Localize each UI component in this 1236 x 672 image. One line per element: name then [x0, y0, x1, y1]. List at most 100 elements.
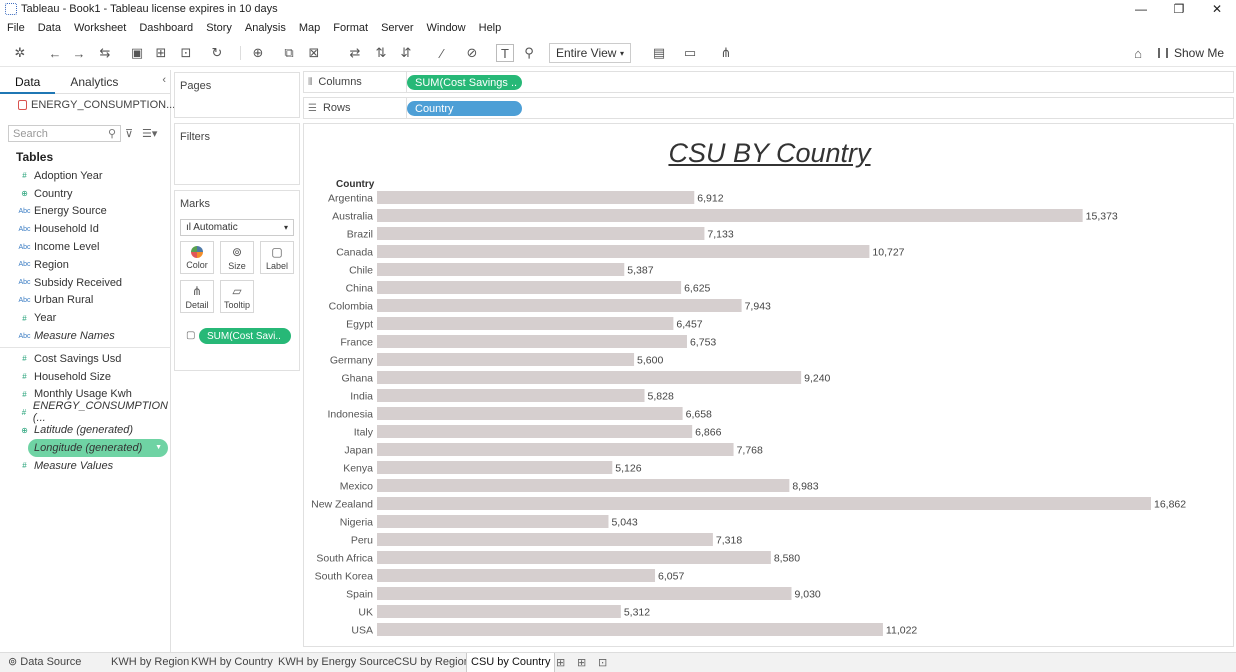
- menu-map[interactable]: Map: [299, 22, 320, 34]
- category-label[interactable]: Indonesia: [327, 409, 373, 421]
- bar[interactable]: [377, 191, 695, 204]
- redo-icon[interactable]: →: [70, 44, 88, 62]
- category-label[interactable]: South Korea: [315, 571, 374, 583]
- highlight-icon[interactable]: ∕: [433, 44, 451, 62]
- rows-pill[interactable]: Country: [407, 101, 522, 116]
- data-source-tab[interactable]: ⊚ Data Source: [4, 653, 85, 672]
- field-item[interactable]: # Year: [0, 309, 171, 327]
- new-story-icon[interactable]: ⊡: [598, 656, 607, 669]
- category-label[interactable]: Ghana: [341, 373, 373, 385]
- bar[interactable]: [377, 335, 687, 348]
- menu-analysis[interactable]: Analysis: [245, 22, 286, 34]
- bar[interactable]: [377, 623, 883, 636]
- menu-story[interactable]: Story: [206, 22, 232, 34]
- field-item[interactable]: # Household Size: [0, 368, 171, 386]
- menu-server[interactable]: Server: [381, 22, 413, 34]
- bar[interactable]: [377, 443, 734, 456]
- show-labels-icon[interactable]: T: [496, 44, 514, 62]
- category-label[interactable]: Nigeria: [340, 517, 373, 529]
- category-label[interactable]: Kenya: [343, 463, 373, 475]
- category-label[interactable]: Colombia: [329, 301, 374, 313]
- menu-data[interactable]: Data: [38, 22, 61, 34]
- category-label[interactable]: USA: [351, 625, 373, 637]
- mark-type-select[interactable]: ıl Automatic ▾: [180, 219, 294, 236]
- field-item[interactable]: Abc Measure Names: [0, 327, 171, 345]
- close-button[interactable]: ✕: [1198, 0, 1236, 18]
- field-item[interactable]: # Measure Values: [0, 457, 171, 475]
- category-label[interactable]: China: [346, 283, 374, 295]
- category-label[interactable]: Japan: [344, 445, 373, 457]
- bar[interactable]: [377, 371, 802, 384]
- field-item-selected[interactable]: ⊕Longitude (generated)▼: [28, 438, 168, 457]
- search-input[interactable]: Search ⚲: [8, 125, 121, 142]
- category-label[interactable]: New Zealand: [311, 499, 373, 511]
- tooltip-button[interactable]: ▱ Tooltip: [220, 280, 254, 313]
- bar[interactable]: [377, 317, 674, 330]
- field-item[interactable]: Abc Energy Source: [0, 203, 171, 221]
- bar[interactable]: [377, 587, 792, 600]
- show-me-button[interactable]: Show Me: [1158, 44, 1224, 62]
- fit-view-select[interactable]: Entire View ▾: [549, 43, 631, 63]
- field-item[interactable]: Abc Household Id: [0, 220, 171, 238]
- new-dashboard-icon[interactable]: ⊞: [577, 656, 586, 669]
- bar[interactable]: [377, 461, 613, 474]
- category-label[interactable]: UK: [358, 607, 373, 619]
- bar[interactable]: [377, 227, 705, 240]
- view-list-icon[interactable]: ☰▾: [142, 127, 157, 140]
- sort-descending-icon[interactable]: ⇵: [397, 44, 415, 62]
- columns-pill[interactable]: SUM(Cost Savings ..: [407, 75, 522, 90]
- category-label[interactable]: Argentina: [328, 193, 373, 205]
- bar[interactable]: [377, 209, 1083, 222]
- color-button[interactable]: Color: [180, 241, 214, 274]
- bar[interactable]: [377, 425, 693, 438]
- bar[interactable]: [377, 245, 870, 258]
- sheet-tab-active[interactable]: CSU by Country: [466, 653, 556, 672]
- cards-toggle-icon[interactable]: ▤: [650, 44, 668, 62]
- category-label[interactable]: Germany: [330, 355, 374, 367]
- save-icon[interactable]: ▣: [128, 44, 146, 62]
- filter-fields-icon[interactable]: ⊽: [125, 127, 133, 140]
- menu-help[interactable]: Help: [479, 22, 502, 34]
- refresh-icon[interactable]: ↻: [208, 44, 226, 62]
- bar[interactable]: [377, 389, 645, 402]
- bar[interactable]: [377, 605, 621, 618]
- field-item[interactable]: # Cost Savings Usd: [0, 350, 171, 368]
- size-button[interactable]: ⊚ Size: [220, 241, 254, 274]
- label-button[interactable]: ▢ Label: [260, 241, 294, 274]
- menu-dashboard[interactable]: Dashboard: [139, 22, 193, 34]
- field-item[interactable]: Abc Subsidy Received: [0, 274, 171, 292]
- menu-window[interactable]: Window: [427, 22, 466, 34]
- category-label[interactable]: South Africa: [316, 553, 373, 565]
- category-label[interactable]: France: [340, 337, 373, 349]
- tab-data[interactable]: Data: [0, 70, 56, 94]
- field-item[interactable]: # Adoption Year: [0, 167, 171, 185]
- field-item[interactable]: Abc Urban Rural: [0, 292, 171, 310]
- format-painter-icon[interactable]: ⌂: [1129, 44, 1147, 62]
- field-item[interactable]: ⊕ Country: [0, 185, 171, 203]
- sheet-tab[interactable]: KWH by Region: [107, 653, 193, 672]
- minimize-button[interactable]: —: [1122, 0, 1160, 18]
- swap-rows-columns-icon[interactable]: ⇄: [346, 44, 364, 62]
- tab-analytics[interactable]: Analytics: [55, 70, 133, 94]
- category-label[interactable]: Peru: [351, 535, 373, 547]
- field-item[interactable]: Abc Income Level: [0, 238, 171, 256]
- share-icon[interactable]: ⋔: [717, 44, 735, 62]
- category-label[interactable]: Spain: [346, 589, 373, 601]
- bar[interactable]: [377, 263, 625, 276]
- new-worksheet-icon[interactable]: ⊕: [249, 44, 267, 62]
- pages-card[interactable]: Pages: [174, 72, 300, 118]
- sheet-tab[interactable]: KWH by Energy Source: [274, 653, 398, 672]
- bar[interactable]: [377, 407, 683, 420]
- category-label[interactable]: Australia: [332, 211, 373, 223]
- rows-shelf[interactable]: ☰ Rows Country: [303, 97, 1234, 119]
- category-label[interactable]: Mexico: [340, 481, 373, 493]
- maximize-button[interactable]: ❐: [1160, 0, 1198, 18]
- menu-worksheet[interactable]: Worksheet: [74, 22, 126, 34]
- field-item[interactable]: Abc Region: [0, 256, 171, 274]
- fix-axes-icon[interactable]: ⚲: [520, 44, 538, 62]
- category-label[interactable]: Italy: [354, 427, 374, 439]
- new-worksheet-icon[interactable]: ⊞: [556, 656, 565, 669]
- bar[interactable]: [377, 515, 609, 528]
- category-label[interactable]: Canada: [336, 247, 373, 259]
- datasource-item[interactable]: ENERGY_CONSUMPTION...: [18, 99, 175, 111]
